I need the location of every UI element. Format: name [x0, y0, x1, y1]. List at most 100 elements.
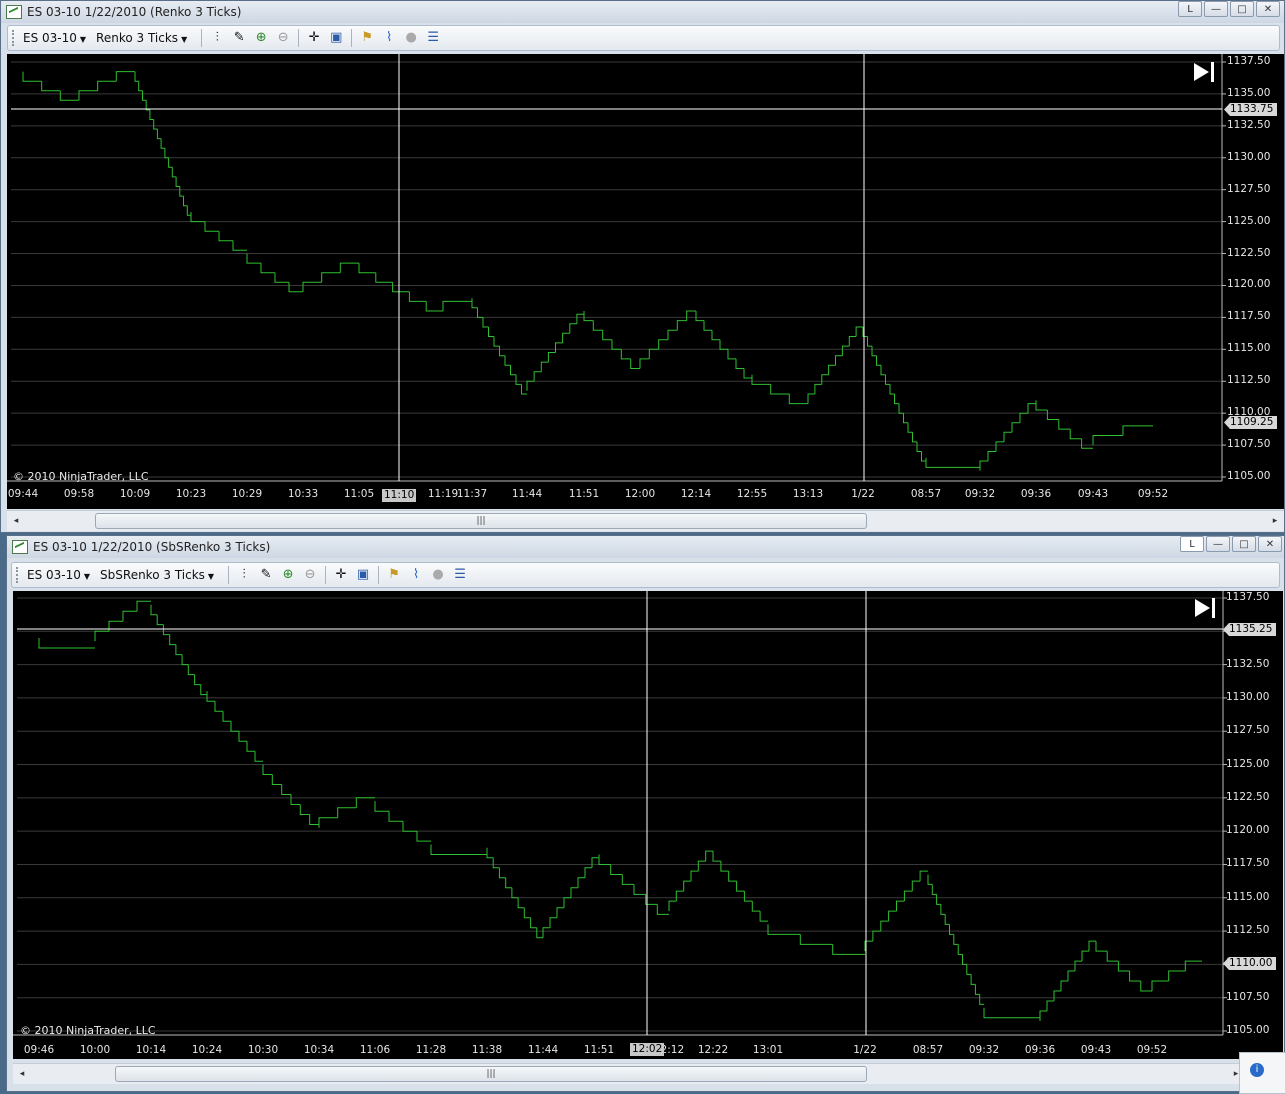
strategies-icon[interactable]: ⚑	[385, 566, 403, 584]
renko-brick	[1088, 940, 1096, 952]
time-label: 10:00	[79, 1044, 111, 1056]
instrument-selector[interactable]: ES 03-10 ▼	[23, 31, 86, 45]
bar-type-selector[interactable]: Renko 3 Ticks ▼	[96, 31, 187, 45]
renko-brick	[206, 691, 215, 702]
renko-brick	[41, 81, 61, 92]
renko-brick	[1106, 951, 1119, 962]
scroll-to-end-icon[interactable]	[1194, 62, 1216, 82]
renko-brick	[238, 731, 247, 742]
renko-brick	[814, 383, 822, 394]
toolbar-grip[interactable]	[16, 567, 21, 583]
chart-style-icon[interactable]: ⫶	[208, 29, 226, 47]
renko-brick	[799, 934, 833, 945]
price-chart[interactable]: © 2010 NinjaTrader, LLC 1137.501135.0011…	[13, 591, 1283, 1059]
renko-brick	[921, 451, 926, 462]
renko-brick	[150, 604, 158, 616]
maximize-button[interactable]: □	[1230, 1, 1254, 17]
renko-brick	[281, 784, 291, 795]
last-price-tag: 1110.00	[1223, 957, 1277, 970]
zoom-out-icon[interactable]: ⊖	[274, 29, 292, 47]
scrollbar-thumb[interactable]: |||	[115, 1066, 867, 1082]
renko-brick	[218, 231, 233, 242]
renko-brick	[122, 610, 137, 622]
renko-brick	[872, 930, 881, 942]
renko-brick	[492, 857, 500, 869]
renko-brick	[1092, 435, 1123, 446]
scroll-left-arrow-icon[interactable]: ◂	[9, 511, 23, 531]
chart-window-sbsrenko: ES 03-10 1/22/2010 (SbSRenko 3 Ticks) L …	[6, 535, 1285, 1092]
renko-brick	[888, 910, 897, 922]
horizontal-scrollbar[interactable]: ◂ ||| ▸	[13, 1063, 1245, 1084]
renko-brick	[736, 881, 745, 892]
renko-brick	[911, 880, 921, 892]
data-box-icon[interactable]: ▣	[354, 566, 372, 584]
zoom-out-icon[interactable]: ⊖	[301, 566, 319, 584]
renko-brick	[246, 253, 261, 264]
maximize-button[interactable]: □	[1232, 536, 1256, 552]
renko-brick	[156, 129, 162, 140]
crosshair-icon[interactable]: ✛	[332, 566, 350, 584]
renko-brick	[115, 71, 135, 82]
indicators-icon[interactable]: ⌇	[380, 29, 398, 47]
renko-brick	[705, 850, 713, 862]
renko-brick	[547, 352, 556, 363]
scroll-left-arrow-icon[interactable]: ◂	[15, 1064, 29, 1084]
data-series-icon[interactable]: ☰	[451, 566, 469, 584]
renko-brick	[493, 336, 500, 347]
title-bar[interactable]: ES 03-10 1/22/2010 (Renko 3 Ticks) L — □…	[1, 1, 1284, 23]
renko-brick	[482, 317, 489, 328]
properties-icon[interactable]: ●	[429, 566, 447, 584]
toolbar-grip[interactable]	[12, 30, 17, 46]
zoom-in-icon[interactable]: ⊕	[252, 29, 270, 47]
title-bar[interactable]: ES 03-10 1/22/2010 (SbSRenko 3 Ticks) L …	[7, 536, 1284, 558]
renko-brick	[979, 460, 988, 471]
data-series-icon[interactable]: ☰	[424, 29, 442, 47]
renko-brick	[944, 914, 950, 925]
renko-brick	[562, 332, 570, 343]
properties-icon[interactable]: ●	[402, 29, 420, 47]
close-button[interactable]: ✕	[1256, 1, 1280, 17]
time-label: 10:09	[119, 488, 151, 500]
scroll-to-end-icon[interactable]	[1195, 598, 1217, 618]
drawing-tool-icon[interactable]: ✎	[230, 29, 248, 47]
pin-button[interactable]: L	[1178, 1, 1202, 17]
renko-brick	[136, 600, 151, 612]
renko-brick	[563, 897, 571, 908]
price-label: 1132.50	[1226, 657, 1270, 670]
data-box-icon[interactable]: ▣	[327, 29, 345, 47]
time-label: 09:36	[1024, 1044, 1056, 1056]
zoom-in-icon[interactable]: ⊕	[279, 566, 297, 584]
renko-brick	[667, 329, 678, 340]
window-title: ES 03-10 1/22/2010 (SbSRenko 3 Ticks)	[33, 540, 271, 554]
instrument-selector[interactable]: ES 03-10 ▼	[27, 568, 90, 582]
indicators-icon[interactable]: ⌇	[407, 566, 425, 584]
renko-brick	[1095, 941, 1108, 952]
price-chart[interactable]: © 2010 NinjaTrader, LLC 1137.501135.0011…	[7, 54, 1284, 509]
renko-brick	[392, 282, 410, 293]
renko-brick	[142, 90, 147, 101]
pin-button[interactable]: L	[1180, 536, 1204, 552]
chart-style-icon[interactable]: ⫶	[235, 566, 253, 584]
instrument-label: ES 03-10	[27, 568, 81, 582]
time-label: 13:01	[752, 1044, 784, 1056]
renko-brick	[536, 927, 543, 939]
dropdown-arrow-icon: ▼	[207, 572, 215, 581]
scrollbar-thumb[interactable]: |||	[95, 513, 867, 529]
toolbar-separator	[325, 566, 327, 584]
minimize-button[interactable]: —	[1204, 1, 1228, 17]
time-label: 09:44	[7, 488, 39, 500]
scroll-right-arrow-icon[interactable]: ▸	[1268, 511, 1282, 531]
renko-brick	[309, 814, 319, 825]
bar-type-selector[interactable]: SbSRenko 3 Ticks ▼	[100, 568, 214, 582]
horizontal-scrollbar[interactable]: ◂ ||| ▸	[7, 510, 1284, 531]
info-panel: i	[1239, 1052, 1285, 1094]
crosshair-icon[interactable]: ✛	[305, 29, 323, 47]
renko-brick	[621, 874, 634, 885]
renko-brick	[962, 954, 967, 965]
renko-brick	[876, 355, 881, 366]
strategies-icon[interactable]: ⚑	[358, 29, 376, 47]
drawing-tool-icon[interactable]: ✎	[257, 566, 275, 584]
close-button[interactable]: ✕	[1258, 536, 1282, 552]
minimize-button[interactable]: —	[1206, 536, 1230, 552]
time-label: 09:46	[23, 1044, 55, 1056]
